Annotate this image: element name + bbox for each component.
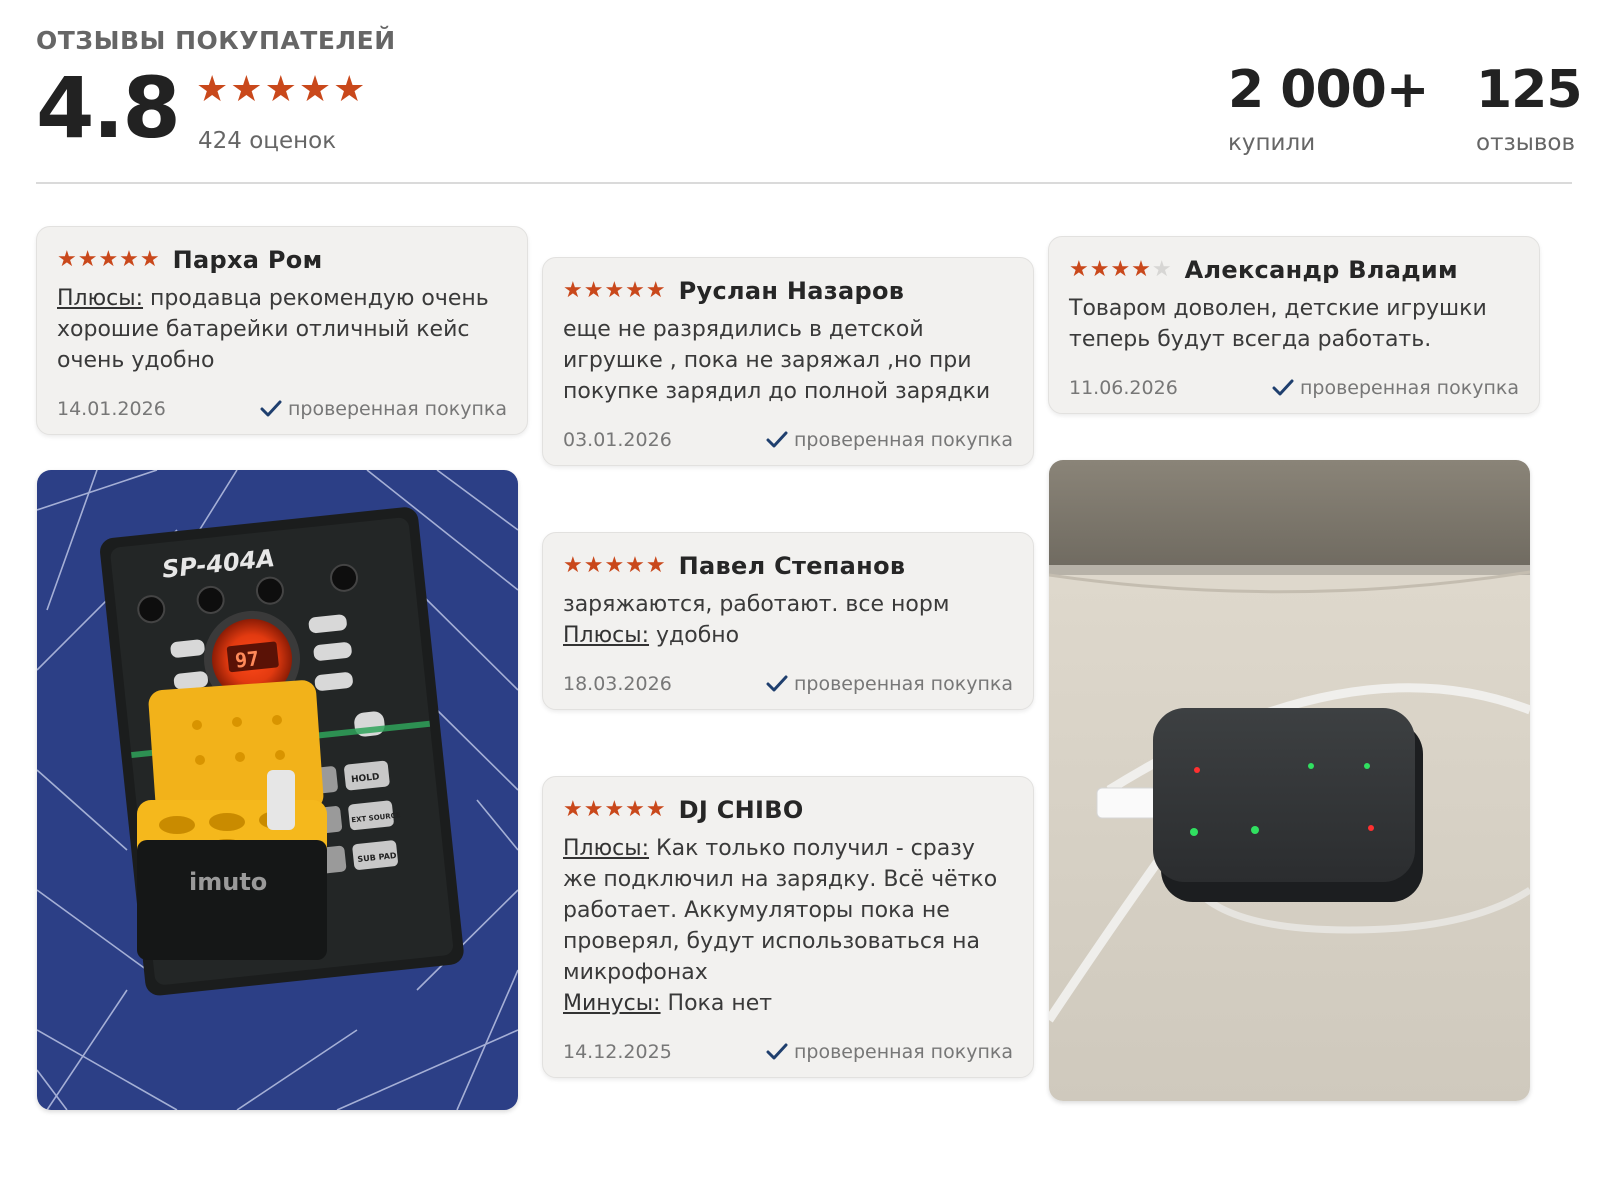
pros-text: удобно (649, 623, 740, 648)
bought-label: купили (1228, 130, 1316, 156)
review-text: заряжаются, работают. все норм Плюсы: уд… (563, 589, 1013, 651)
review-date: 14.01.2026 (57, 398, 166, 420)
star-icon: ★ (196, 69, 231, 110)
pros-label: Плюсы: (563, 836, 650, 861)
average-rating-stars: ★★★★★ (196, 72, 367, 108)
cons-text: Пока нет (660, 991, 773, 1016)
review-stars: ★★★★★ (563, 278, 667, 303)
verified-label: проверенная покупка (793, 429, 1013, 451)
review-card[interactable]: ★★★★★ Павел Степанов заряжаются, работаю… (542, 532, 1034, 710)
device-display-readout: 97 (234, 646, 260, 672)
review-author: Павел Степанов (678, 552, 906, 580)
star-icon: ★ (230, 69, 265, 110)
pros-label: Плюсы: (563, 623, 650, 648)
verified-label: проверенная покупка (793, 673, 1013, 695)
review-card[interactable]: ★★★★★ Александр Владим Товаром доволен, … (1048, 236, 1540, 414)
reviews-label: отзывов (1476, 130, 1576, 156)
verified-label: проверенная покупка (793, 1041, 1013, 1063)
review-stars: ★★★★★ (57, 247, 161, 272)
review-stars: ★★★★★ (563, 797, 667, 822)
average-rating: 4.8 (36, 59, 181, 157)
reviews-stat[interactable]: 125 отзывов (1476, 60, 1583, 156)
review-date: 18.03.2026 (563, 673, 672, 695)
case-brand-label: imuto (189, 868, 267, 896)
checkmark-icon (766, 1043, 788, 1060)
cons-label: Минусы: (563, 991, 661, 1016)
section-title: ОТЗЫВЫ ПОКУПАТЕЛЕЙ (36, 26, 396, 55)
ratings-count: 424 оценок (198, 128, 337, 154)
charger-photo-image (1049, 460, 1530, 1101)
review-body: заряжаются, работают. все норм (563, 592, 950, 617)
verified-label: проверенная покупка (1299, 377, 1519, 399)
header-divider (36, 182, 1572, 184)
verified-badge: проверенная покупка (766, 429, 1013, 451)
review-photo-charger[interactable] (1049, 460, 1530, 1101)
review-photo-sampler[interactable]: SP-404A 97 HOLD EXT SOURCE SUB PAD imuto (37, 470, 518, 1110)
review-stars: ★★★★★ (563, 553, 667, 578)
bought-value: 2 000+ (1228, 60, 1429, 120)
review-author: Руслан Назаров (678, 277, 905, 305)
star-icon: ★ (298, 69, 334, 110)
review-text: Плюсы: продавца рекомендую очень хорошие… (57, 283, 507, 376)
sampler-photo-image: SP-404A 97 HOLD EXT SOURCE SUB PAD imuto (37, 470, 518, 1110)
reviews-value: 125 (1476, 60, 1583, 120)
checkmark-icon (766, 431, 788, 448)
review-text: Товаром доволен, детские игрушки теперь … (1069, 296, 1487, 352)
review-date: 03.01.2026 (563, 429, 672, 451)
review-date: 14.12.2025 (563, 1041, 672, 1063)
bought-stat: 2 000+ купили (1228, 60, 1429, 156)
review-card[interactable]: ★★★★★ Парха Ром Плюсы: продавца рекоменд… (36, 226, 528, 435)
review-author: DJ CHIBO (678, 796, 804, 824)
verified-badge: проверенная покупка (260, 398, 507, 420)
review-author: Александр Владим (1184, 256, 1458, 284)
review-author: Парха Ром (172, 246, 323, 274)
review-text: еще не разрядились в детской игрушке , п… (563, 317, 991, 404)
reviews-header: ОТЗЫВЫ ПОКУПАТЕЛЕЙ 4.8 ★★★★★ 424 оценок … (36, 24, 1583, 184)
pros-label: Плюсы: (57, 286, 144, 311)
checkmark-icon (766, 675, 788, 692)
checkmark-icon (260, 400, 282, 417)
checkmark-icon (1272, 379, 1294, 396)
star-icon: ★ (264, 69, 299, 110)
review-text: Плюсы: Как только получил - сразу же под… (563, 833, 1013, 1019)
verified-badge: проверенная покупка (1272, 377, 1519, 399)
verified-badge: проверенная покупка (766, 673, 1013, 695)
star-icon: ★ (333, 69, 368, 110)
review-date: 11.06.2026 (1069, 377, 1178, 399)
review-stars: ★★★★★ (1069, 257, 1173, 282)
review-card[interactable]: ★★★★★ Руслан Назаров еще не разрядились … (542, 257, 1034, 466)
review-card[interactable]: ★★★★★ DJ CHIBO Плюсы: Как только получил… (542, 776, 1034, 1078)
verified-badge: проверенная покупка (766, 1041, 1013, 1063)
verified-label: проверенная покупка (287, 398, 507, 420)
